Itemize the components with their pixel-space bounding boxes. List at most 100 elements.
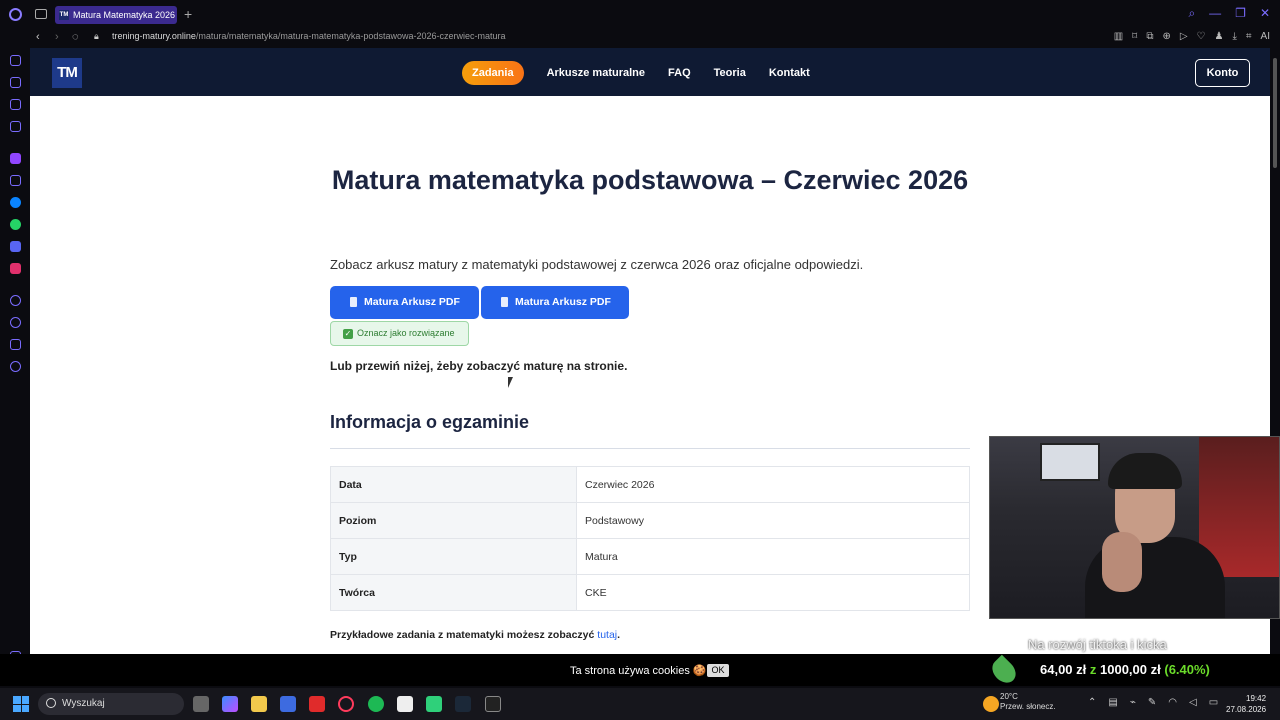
new-tab-icon[interactable]: + — [184, 6, 192, 22]
reader-icon[interactable]: ▥ — [1114, 31, 1123, 42]
loading-icon[interactable]: ◌ — [72, 31, 79, 43]
sidebar-m-icon[interactable] — [10, 121, 21, 132]
store-icon[interactable] — [280, 696, 296, 712]
donation-target: 1000,00 zł — [1100, 662, 1161, 677]
tab-overview-icon[interactable] — [35, 9, 47, 19]
sidebar-settings-icon[interactable] — [10, 361, 21, 372]
spotify-icon[interactable] — [368, 696, 384, 712]
example-text: Przykładowe zadania z matematyki możesz … — [330, 629, 620, 641]
ai-button[interactable]: AI — [1261, 31, 1270, 42]
search-tabs-icon[interactable]: ⌕ — [1188, 6, 1195, 21]
file-explorer-icon[interactable] — [251, 696, 267, 712]
clock-date: 27.08.2026 — [1226, 705, 1267, 714]
sidebar-workspaces-icon[interactable] — [10, 99, 21, 110]
section-title: Informacja o egzaminie — [330, 412, 530, 432]
nav-teoria[interactable]: Teoria — [714, 67, 746, 79]
page-title: Matura matematyka podstawowa – Czerwiec … — [331, 165, 969, 195]
taskbar-clock[interactable]: 19:42 27.08.2026 — [1226, 693, 1266, 715]
webcam-background-window — [1040, 443, 1100, 481]
extensions-icon[interactable]: ⌗ — [1246, 31, 1252, 42]
tray-wifi-icon[interactable]: ◠ — [1168, 697, 1177, 708]
tray-battery-icon[interactable]: ▭ — [1209, 697, 1218, 708]
scroll-hint: Lub przewiń niżej, żeby zobaczyć maturę … — [330, 359, 628, 373]
sidebar-player-icon[interactable] — [10, 295, 21, 306]
tray-volume-icon[interactable]: ◁ — [1189, 697, 1197, 708]
capcut-icon[interactable] — [397, 696, 413, 712]
nav-zadania[interactable]: Zadania — [462, 61, 524, 85]
weather-icon[interactable] — [983, 696, 999, 712]
sidebar-discord-icon[interactable] — [10, 241, 21, 252]
sidebar-speed-dial-icon[interactable] — [10, 55, 21, 66]
opera-menu-icon[interactable] — [9, 8, 22, 21]
table-key: Data — [330, 466, 577, 503]
tray-pen-icon[interactable]: ✎ — [1148, 697, 1156, 708]
snapshot-icon[interactable]: ⧉ — [1146, 31, 1153, 42]
page-lead: Zobacz arkusz matury z matematyki podsta… — [330, 257, 864, 272]
play-icon[interactable]: ▷ — [1180, 31, 1188, 42]
sidebar-messenger-icon[interactable] — [10, 197, 21, 208]
pdf-button-label: Matura Arkusz PDF — [364, 296, 460, 308]
scroll-thumb[interactable] — [1273, 58, 1277, 168]
taskview-icon[interactable] — [193, 696, 209, 712]
nav-arkusze[interactable]: Arkusze maturalne — [547, 67, 645, 79]
section-divider — [330, 448, 970, 449]
pdf-button-label: Matura Arkusz PDF — [515, 296, 611, 308]
sidebar-twitch-icon[interactable] — [10, 153, 21, 164]
mark-solved-label: Oznacz jako rozwiązane — [357, 328, 455, 338]
lock-icon[interactable]: 🔒︎ — [94, 31, 99, 42]
download-icon[interactable]: ⤓ — [1232, 31, 1236, 42]
app-green-icon[interactable] — [426, 696, 442, 712]
nav-kontakt[interactable]: Kontakt — [769, 67, 810, 79]
app-terminal-icon[interactable] — [485, 696, 501, 712]
back-icon[interactable]: ‹ — [36, 31, 40, 43]
windows-start-icon[interactable] — [13, 696, 29, 712]
steam-icon[interactable] — [455, 696, 471, 712]
vpn-icon[interactable]: ⊕ — [1162, 31, 1170, 42]
cookie-text: Ta strona używa cookies 🍪 — [570, 665, 707, 677]
mouse-cursor-icon — [508, 377, 513, 388]
pdf-button-arkusz[interactable]: Matura Arkusz PDF — [330, 286, 479, 319]
url-host: trening-matury.online — [112, 31, 196, 41]
clock-time: 19:42 — [1246, 694, 1267, 703]
sidebar-whatsapp-icon[interactable] — [10, 219, 21, 230]
windows-taskbar: Wyszukaj 20°C Przew. słonecz. ⌃ ▤ ⌁ ✎ ◠ … — [0, 688, 1280, 720]
sidebar-extensions-icon[interactable] — [10, 339, 21, 350]
forward-icon[interactable]: › — [55, 31, 59, 43]
bookmark-icon[interactable]: ⌑ — [1132, 31, 1137, 42]
sidebar-aria-icon[interactable] — [10, 77, 21, 88]
browser-sidebar: … — [0, 48, 30, 688]
heart-icon[interactable]: ♡ — [1197, 31, 1206, 42]
pdf-button-odpowiedzi[interactable]: Matura Arkusz PDF — [481, 286, 629, 319]
taskbar-search[interactable]: Wyszukaj — [38, 693, 184, 715]
site-logo[interactable]: TM — [52, 58, 82, 88]
donation-goal: 64,00 zł z 1000,00 zł (6.40%) — [1040, 662, 1210, 677]
taskbar-search-label: Wyszukaj — [62, 698, 105, 709]
tab-active[interactable]: TM Matura Matematyka 2026 C — [55, 6, 177, 24]
tray-chevron-icon[interactable]: ⌃ — [1088, 697, 1096, 708]
sidebar-history-icon[interactable] — [10, 317, 21, 328]
donation-of: z — [1089, 662, 1097, 677]
account-button[interactable]: Konto — [1195, 59, 1250, 87]
tray-app-icon[interactable]: ▤ — [1108, 697, 1117, 708]
nav-faq[interactable]: FAQ — [668, 67, 691, 79]
copilot-icon[interactable] — [222, 696, 238, 712]
wallet-icon[interactable]: ♟ — [1215, 31, 1224, 42]
mark-solved-button[interactable]: ✓ Oznacz jako rozwiązane — [330, 321, 469, 346]
weather-widget[interactable]: 20°C Przew. słonecz. — [1000, 692, 1056, 712]
url-path: /matura/matematyka/matura-matematyka-pod… — [195, 31, 506, 41]
document-icon — [350, 297, 357, 307]
close-icon[interactable]: ✕ — [1260, 6, 1270, 21]
url-field[interactable]: trening-matury.online/matura/matematyka/… — [112, 31, 506, 41]
cookie-ok-button[interactable]: OK — [707, 664, 729, 677]
opera-gx-icon[interactable] — [338, 696, 354, 712]
table-value: Matura — [576, 538, 970, 575]
app-w-icon[interactable] — [309, 696, 325, 712]
tray-network-icon[interactable]: ⌁ — [1130, 697, 1136, 708]
maximize-icon[interactable]: ❐ — [1235, 6, 1246, 21]
minimize-icon[interactable]: — — [1209, 6, 1221, 21]
table-row: Typ Matura — [330, 538, 970, 575]
sidebar-percent-icon[interactable] — [10, 175, 21, 186]
example-link[interactable]: tutaj — [597, 629, 617, 641]
table-row: Poziom Podstawowy — [330, 502, 970, 539]
sidebar-instagram-icon[interactable] — [10, 263, 21, 274]
